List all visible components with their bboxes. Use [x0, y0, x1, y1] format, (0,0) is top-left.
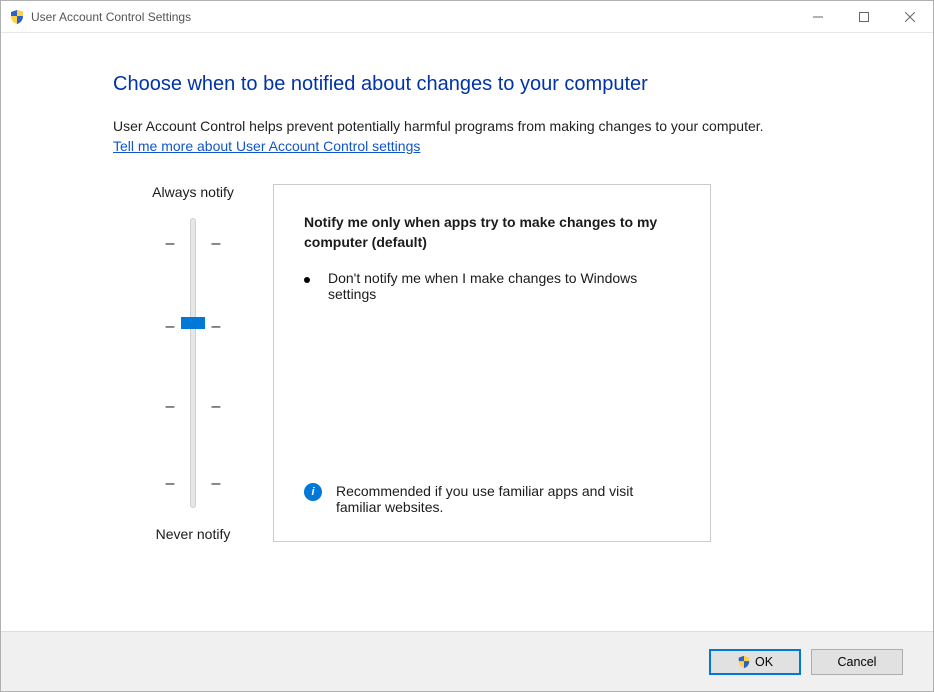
ok-button-label: OK: [755, 655, 773, 669]
learn-more-link[interactable]: Tell me more about User Account Control …: [113, 138, 420, 154]
panel-bullet-row: Don't notify me when I make changes to W…: [304, 270, 682, 302]
close-icon: [905, 12, 915, 22]
cancel-button[interactable]: Cancel: [811, 649, 903, 675]
window-title: User Account Control Settings: [31, 10, 191, 24]
title-bar: User Account Control Settings: [1, 1, 933, 33]
page-heading: Choose when to be notified about changes…: [113, 73, 883, 96]
info-icon: i: [304, 483, 322, 501]
uac-slider[interactable]: –– –– –– ––: [163, 218, 223, 508]
minimize-icon: [813, 12, 823, 22]
panel-note: i Recommended if you use familiar apps a…: [304, 483, 682, 515]
minimize-button[interactable]: [795, 1, 841, 33]
slider-tick: ––: [163, 240, 223, 248]
maximize-button[interactable]: [841, 1, 887, 33]
panel-note-text: Recommended if you use familiar apps and…: [336, 483, 682, 515]
ok-button[interactable]: OK: [709, 649, 801, 675]
slider-track: [190, 218, 196, 508]
panel-bullet-text: Don't notify me when I make changes to W…: [328, 270, 682, 302]
content: Choose when to be notified about changes…: [1, 33, 933, 542]
slider-tick: ––: [163, 480, 223, 488]
window-controls: [795, 1, 933, 33]
description-panel: Notify me only when apps try to make cha…: [273, 184, 711, 542]
slider-tick: ––: [163, 403, 223, 411]
intro-text: User Account Control helps prevent poten…: [113, 118, 883, 134]
slider-bottom-label: Never notify: [156, 526, 231, 542]
shield-icon: [9, 9, 25, 25]
panel-title: Notify me only when apps try to make cha…: [304, 213, 682, 252]
shield-icon: [737, 655, 751, 669]
slider-column: Always notify –– –– –– –– Never notify: [113, 184, 273, 542]
maximize-icon: [859, 12, 869, 22]
bullet-icon: [304, 277, 310, 283]
footer: OK Cancel: [1, 631, 933, 691]
slider-block: Always notify –– –– –– –– Never notify N…: [113, 184, 883, 542]
slider-thumb[interactable]: [181, 317, 205, 329]
cancel-button-label: Cancel: [838, 655, 877, 669]
slider-top-label: Always notify: [152, 184, 234, 200]
close-button[interactable]: [887, 1, 933, 33]
